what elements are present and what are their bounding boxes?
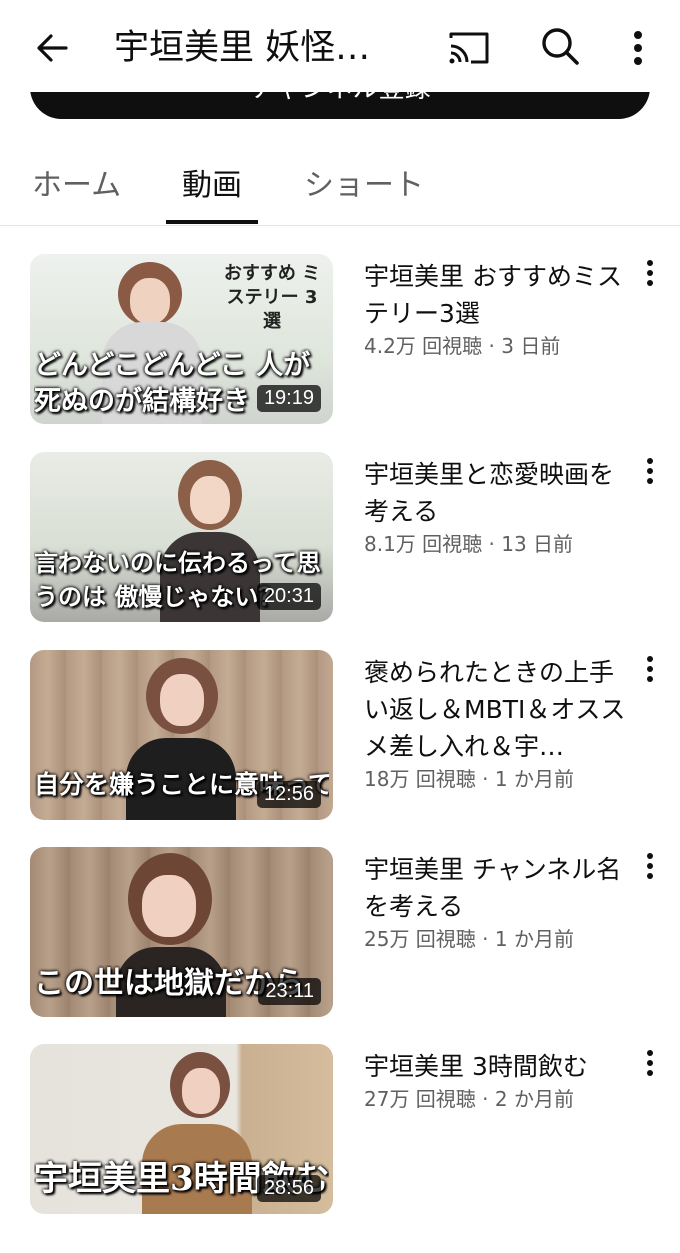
active-tab-indicator xyxy=(166,220,258,224)
video-duration: 12:56 xyxy=(256,781,321,808)
tab-videos[interactable]: 動画 xyxy=(182,160,242,204)
video-meta: 宇垣美里 チャンネル名を考える 25万 回視聴 · 1 か月前 xyxy=(364,851,626,953)
video-thumbnail[interactable]: この世は地獄だから 23:11 xyxy=(30,847,333,1017)
video-title[interactable]: 宇垣美里 3時間飲む xyxy=(364,1048,626,1085)
more-vert-icon xyxy=(647,1050,653,1076)
video-item[interactable]: 自分を嫌うことに意味ってある？ 12:56 褒められたときの上手い返し＆MBTI… xyxy=(0,650,680,820)
tab-shorts[interactable]: ショート xyxy=(304,160,424,204)
video-stats: 8.1万 回視聴 · 13 日前 xyxy=(364,532,574,556)
video-stats: 4.2万 回視聴 · 3 日前 xyxy=(364,334,561,358)
more-vert-icon xyxy=(647,458,653,484)
video-thumbnail[interactable]: 言わないのに伝わるって思うのは 傲慢じゃない？ 20:31 xyxy=(30,452,333,622)
video-meta: 褒められたときの上手い返し＆MBTI＆オススメ差し入れ＆宇… 18万 回視聴 ·… xyxy=(364,654,626,793)
video-duration: 23:11 xyxy=(258,978,321,1005)
more-vert-icon xyxy=(647,853,653,879)
video-title[interactable]: 褒められたときの上手い返し＆MBTI＆オススメ差し入れ＆宇… xyxy=(364,654,626,765)
top-app-bar: 宇垣美里 妖怪… xyxy=(0,0,680,92)
video-meta: 宇垣美里 おすすめミステリー3選 4.2万 回視聴 · 3 日前 xyxy=(364,258,626,360)
video-more-button[interactable] xyxy=(636,458,664,498)
video-more-button[interactable] xyxy=(636,1050,664,1090)
tab-home[interactable]: ホーム xyxy=(32,160,121,204)
video-stats: 18万 回視聴 · 1 か月前 xyxy=(364,767,574,791)
back-button[interactable] xyxy=(28,24,76,72)
video-item[interactable]: 言わないのに伝わるって思うのは 傲慢じゃない？ 20:31 宇垣美里と恋愛映画を… xyxy=(0,452,680,622)
more-options-button[interactable] xyxy=(620,24,656,72)
video-title[interactable]: 宇垣美里と恋愛映画を考える xyxy=(364,456,626,530)
channel-tabs: ホーム 動画 ショート xyxy=(0,140,680,226)
cast-icon xyxy=(449,32,489,64)
video-duration: 20:31 xyxy=(256,583,321,610)
back-arrow-icon xyxy=(37,34,68,62)
video-meta: 宇垣美里 3時間飲む 27万 回視聴 · 2 か月前 xyxy=(364,1048,626,1113)
video-item[interactable]: おすすめ ミステリー 3選 どんどこどんどこ 人が死ぬのが結構好き 19:19 … xyxy=(0,254,680,424)
cast-button[interactable] xyxy=(444,24,494,72)
video-more-button[interactable] xyxy=(636,853,664,893)
video-duration: 28:56 xyxy=(256,1175,321,1202)
video-thumbnail[interactable]: 宇垣美里3時間飲む 28:56 xyxy=(30,1044,333,1214)
search-icon xyxy=(542,28,579,65)
more-vert-icon xyxy=(647,656,653,682)
video-item[interactable]: この世は地獄だから 23:11 宇垣美里 チャンネル名を考える 25万 回視聴 … xyxy=(0,847,680,1017)
video-duration: 19:19 xyxy=(256,385,321,412)
video-title[interactable]: 宇垣美里 チャンネル名を考える xyxy=(364,851,626,925)
video-more-button[interactable] xyxy=(636,260,664,300)
channel-title: 宇垣美里 妖怪… xyxy=(114,28,371,68)
video-more-button[interactable] xyxy=(636,656,664,696)
video-thumbnail[interactable]: おすすめ ミステリー 3選 どんどこどんどこ 人が死ぬのが結構好き 19:19 xyxy=(30,254,333,424)
video-meta: 宇垣美里と恋愛映画を考える 8.1万 回視聴 · 13 日前 xyxy=(364,456,626,558)
video-thumbnail[interactable]: 自分を嫌うことに意味ってある？ 12:56 xyxy=(30,650,333,820)
more-vert-icon xyxy=(647,260,653,286)
video-stats: 27万 回視聴 · 2 か月前 xyxy=(364,1087,574,1111)
video-title[interactable]: 宇垣美里 おすすめミステリー3選 xyxy=(364,258,626,332)
video-stats: 25万 回視聴 · 1 か月前 xyxy=(364,927,574,951)
more-vert-icon xyxy=(634,31,642,65)
thumb-corner-text: おすすめ ミステリー 3選 xyxy=(223,263,321,332)
video-item[interactable]: 宇垣美里3時間飲む 28:56 宇垣美里 3時間飲む 27万 回視聴 · 2 か… xyxy=(0,1044,680,1214)
search-button[interactable] xyxy=(536,22,584,70)
